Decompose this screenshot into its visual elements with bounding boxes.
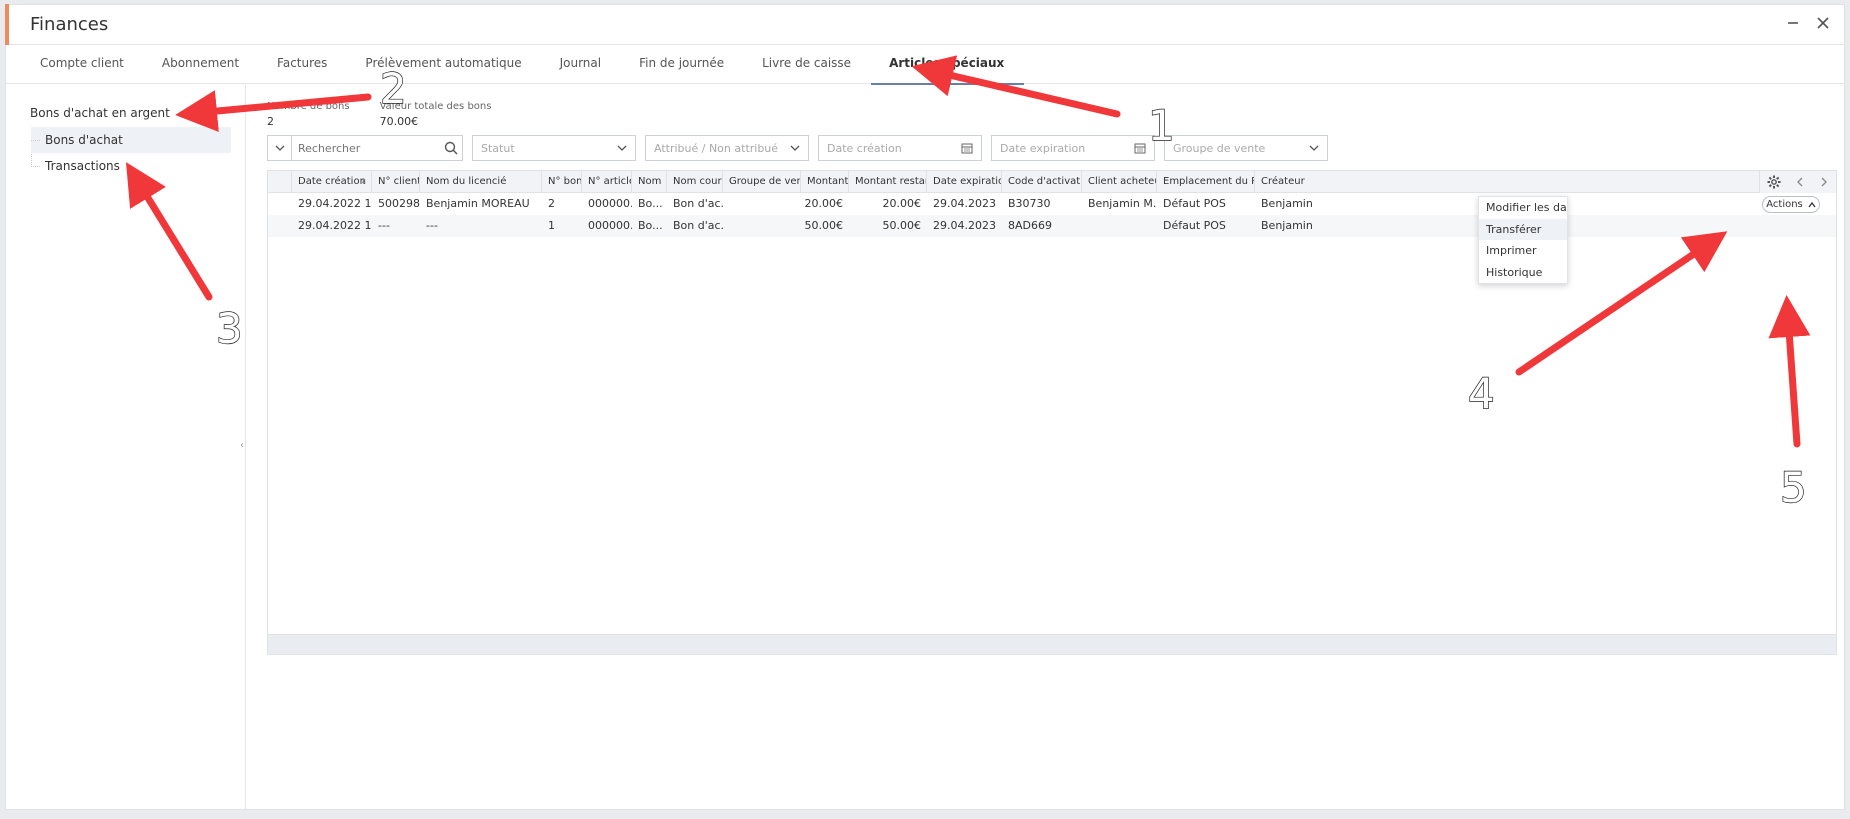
menu-item-modifier-dates[interactable]: Modifier les dates [1479, 197, 1567, 219]
tab-articles-speciaux[interactable]: Articles spéciaux [871, 45, 1025, 85]
minimize-button[interactable] [1782, 11, 1804, 35]
stat-valeur-totale: Valeur totale des bons 70.00€ [379, 101, 492, 128]
chevron-left-icon[interactable] [1795, 177, 1805, 187]
col-code-activation[interactable]: Code d'activation [1002, 171, 1082, 192]
gear-icon[interactable] [1767, 175, 1781, 189]
chevron-right-icon[interactable] [1819, 177, 1829, 187]
resize-handle-icon[interactable]: ‹ [240, 440, 244, 451]
col-groupe-vente[interactable]: Groupe de vente [723, 171, 801, 192]
col-date-creation[interactable]: Date création ⬍ [292, 171, 372, 192]
close-button[interactable] [1812, 11, 1834, 35]
search-box [267, 135, 463, 161]
table-header: Date création ⬍ N° client Nom du licencié… [268, 171, 1836, 193]
col-n-client[interactable]: N° client [372, 171, 420, 192]
groupe-vente-select[interactable]: Groupe de vente [1164, 135, 1328, 161]
search-input[interactable] [292, 141, 440, 155]
sidebar-tree: Bons d'achat Transactions [31, 127, 231, 179]
tab-journal[interactable]: Journal [542, 45, 622, 84]
vouchers-table: Date création ⬍ N° client Nom du licencié… [267, 170, 1837, 655]
tab-compte-client[interactable]: Compte client [22, 45, 144, 84]
date-creation-picker[interactable]: Date création [818, 135, 982, 161]
actions-menu: Modifier les dates Transférer Imprimer H… [1478, 196, 1568, 284]
table-row[interactable]: 29.04.2022 15:... 500298 Benjamin MOREAU… [268, 193, 1836, 215]
title-bar: Finances [5, 4, 1844, 45]
stats-bar: Nombre de bons 2 Valeur totale des bons … [267, 101, 491, 128]
chevron-down-icon [275, 145, 284, 151]
chevron-down-icon [617, 145, 627, 151]
table-footer [268, 634, 1836, 654]
col-nom-licencie[interactable]: Nom du licencié [420, 171, 542, 192]
menu-item-imprimer[interactable]: Imprimer [1479, 240, 1567, 262]
tab-abonnement[interactable]: Abonnement [144, 45, 259, 84]
statut-select[interactable]: Statut [472, 135, 636, 161]
col-montant[interactable]: Montant [801, 171, 849, 192]
tab-bar: Compte client Abonnement Factures Prélèv… [6, 45, 1844, 85]
sidebar-item-bons-achat[interactable]: Bons d'achat [31, 127, 231, 153]
chevron-up-icon [1808, 201, 1816, 207]
tab-fin-de-journee[interactable]: Fin de journée [621, 45, 744, 84]
tab-livre-de-caisse[interactable]: Livre de caisse [744, 45, 871, 84]
menu-item-historique[interactable]: Historique [1479, 262, 1567, 284]
finances-window: Finances Compte client Abonnement Factur… [5, 4, 1845, 810]
sidebar-item-transactions[interactable]: Transactions [31, 153, 231, 179]
chevron-down-icon [1309, 145, 1319, 151]
tab-factures[interactable]: Factures [259, 45, 347, 84]
col-n-article[interactable]: N° article [582, 171, 632, 192]
search-mode-dropdown[interactable] [268, 136, 292, 160]
tab-prelevement[interactable]: Prélèvement automatique [347, 45, 541, 84]
sort-icon: ⬍ [360, 177, 367, 186]
window-title: Finances [30, 14, 109, 35]
stat-nombre-bons: Nombre de bons 2 [267, 101, 350, 128]
col-montant-restant[interactable]: Montant restant [849, 171, 927, 192]
chevron-down-icon [790, 145, 800, 151]
col-nom[interactable]: Nom [632, 171, 667, 192]
search-icon [444, 141, 458, 155]
table-row[interactable]: 29.04.2022 14:... --- --- 1 000000... Bo… [268, 215, 1836, 237]
menu-item-transferer[interactable]: Transférer [1479, 218, 1567, 240]
minimize-icon [1788, 22, 1798, 24]
main-panel: Nombre de bons 2 Valeur totale des bons … [247, 85, 1844, 809]
date-expiration-picker[interactable]: Date expiration [991, 135, 1155, 161]
actions-button[interactable]: Actions [1762, 196, 1820, 213]
search-button[interactable] [440, 141, 462, 155]
col-client-acheteur[interactable]: Client acheteur [1082, 171, 1157, 192]
filter-bar: Statut Attribué / Non attribué Date créa… [267, 135, 1328, 161]
table-tools [1759, 171, 1836, 193]
close-icon [1817, 17, 1829, 29]
col-emplacement-pos[interactable]: Emplacement du POS [1157, 171, 1255, 192]
col-date-expiration[interactable]: Date expiration [927, 171, 1002, 192]
chevron-down-icon[interactable] [217, 106, 227, 116]
attribue-select[interactable]: Attribué / Non attribué [645, 135, 809, 161]
col-createur[interactable]: Créateur [1255, 171, 1335, 192]
calendar-icon [1134, 143, 1146, 154]
col-n-bon[interactable]: N° bon [542, 171, 582, 192]
sidebar: Bons d'achat en argent Bons d'achat Tran… [6, 85, 246, 809]
sidebar-group-bons[interactable]: Bons d'achat en argent [30, 106, 170, 120]
col-nom-court[interactable]: Nom court [667, 171, 723, 192]
calendar-icon [961, 143, 973, 154]
